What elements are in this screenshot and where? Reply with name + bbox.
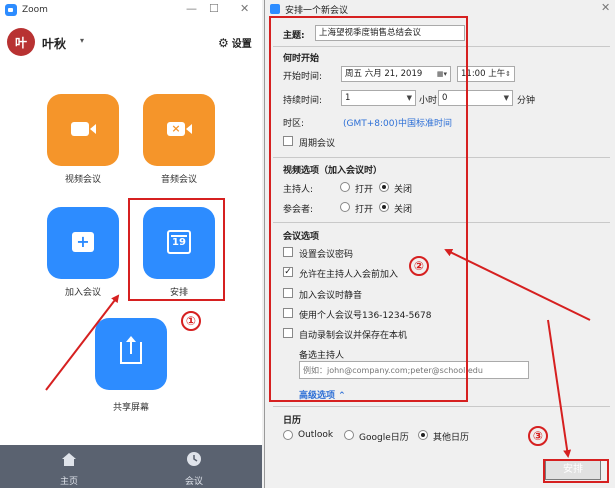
chevron-down-icon[interactable]: ▾	[80, 36, 84, 45]
chevron-down-icon: ▼	[503, 94, 509, 102]
dialog-title: 安排一个新会议	[285, 5, 349, 16]
plus-icon: +	[72, 232, 94, 252]
calendar-other-radio[interactable]	[418, 430, 428, 440]
annotation-box-button	[543, 459, 609, 483]
annotation-step-1: ①	[181, 311, 201, 331]
join-meeting-label: 加入会议	[64, 288, 101, 298]
nav-home-label: 主页	[59, 477, 78, 487]
video-meeting-label: 视频会议	[64, 175, 101, 185]
settings-label: 设置	[231, 39, 252, 50]
annotation-box-dialog	[269, 16, 468, 402]
annotation-box-schedule	[128, 198, 225, 301]
annotation-step-2: ②	[409, 256, 429, 276]
gear-icon: ⚙	[218, 35, 229, 50]
zoom-logo-icon	[270, 4, 280, 14]
maximize-button[interactable]: ☐	[209, 3, 219, 15]
join-meeting-button[interactable]: +	[47, 207, 119, 279]
home-icon	[62, 453, 76, 466]
nav-meetings[interactable]: 会议	[135, 447, 253, 488]
divider	[273, 406, 610, 407]
calendar-heading: 日历	[283, 416, 302, 426]
minimize-button[interactable]: —	[186, 3, 197, 15]
username[interactable]: 叶秋	[42, 35, 66, 52]
video-off-icon: ×	[167, 122, 192, 136]
share-screen-button[interactable]	[95, 318, 167, 390]
calendar-other-label: 其他日历	[433, 433, 470, 443]
audio-meeting-label: 音频会议	[160, 175, 197, 185]
annotation-step-3: ③	[528, 426, 548, 446]
video-meeting-button[interactable]	[47, 94, 119, 166]
avatar[interactable]: 叶	[7, 28, 35, 56]
share-screen-label: 共享屏幕	[112, 403, 149, 413]
video-camera-icon	[71, 122, 96, 136]
calendar-outlook-label: Outlook	[298, 430, 334, 440]
spinner-icon: ⇕	[505, 70, 511, 78]
minutes-unit: 分钟	[517, 96, 536, 106]
close-button[interactable]: ✕	[601, 2, 610, 14]
share-upload-icon	[120, 336, 142, 364]
clock-icon	[187, 452, 201, 466]
close-button[interactable]: ✕	[240, 3, 249, 15]
settings-button[interactable]: ⚙ 设置	[218, 35, 252, 51]
zoom-logo-icon	[5, 4, 17, 16]
calendar-google-label: Google日历	[359, 433, 409, 443]
zoom-titlebar: Zoom — ☐ ✕	[0, 0, 262, 20]
calendar-outlook-radio[interactable]	[283, 430, 293, 440]
nav-home[interactable]: 主页	[10, 447, 128, 488]
zoom-window-title: Zoom	[22, 5, 48, 15]
calendar-google-radio[interactable]	[344, 430, 354, 440]
zoom-header: 叶 叶秋 ▾ ⚙ 设置	[0, 22, 262, 62]
nav-meetings-label: 会议	[184, 477, 203, 487]
audio-meeting-button[interactable]: ×	[143, 94, 215, 166]
